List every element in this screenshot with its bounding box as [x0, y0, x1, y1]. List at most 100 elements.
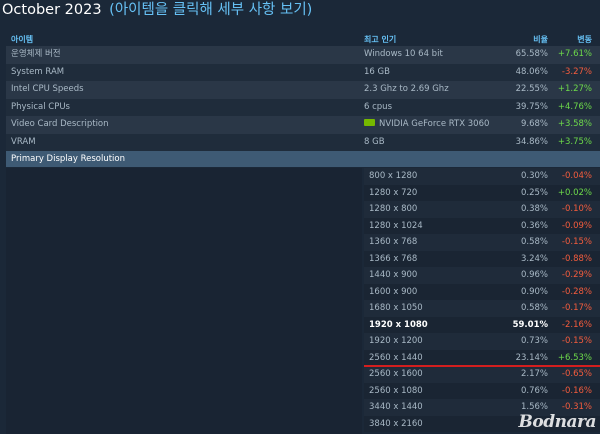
list-item[interactable]: 1280 x 720 0.25% +0.02% — [364, 184, 600, 201]
resolution-change: -0.29% — [561, 270, 592, 280]
resolution-change: -0.09% — [561, 220, 592, 231]
row-name: Intel CPU Speeds — [11, 84, 84, 94]
row-popular-text: NVIDIA GeForce RTX 3060 — [379, 119, 490, 129]
list-item[interactable]: 1360 x 768 0.58% -0.15% — [364, 234, 600, 251]
row-popular: 2.3 Ghz to 2.69 Ghz — [364, 84, 449, 94]
resolution-name: 1280 x 1024 — [369, 220, 423, 231]
resolution-name: 1920 x 1080 — [369, 319, 428, 330]
resolution-change: -2.16% — [561, 319, 592, 330]
resolution-change: -0.28% — [561, 286, 592, 297]
row-name: 운영체제 버전 — [11, 49, 61, 59]
hardware-table: 운영체제 버전 Windows 10 64 bit 65.58% +7.61% … — [6, 46, 600, 151]
resolution-name: 800 x 1280 — [369, 171, 418, 181]
list-item[interactable]: 1920 x 1200 0.73% -0.15% — [364, 333, 600, 350]
resolution-name: 1280 x 720 — [369, 187, 418, 198]
row-change: -3.27% — [561, 66, 592, 77]
resolution-name: 1360 x 768 — [369, 237, 418, 247]
table-row[interactable]: Video Card Description NVIDIA GeForce RT… — [6, 116, 600, 134]
nvidia-icon — [364, 119, 375, 126]
column-header-popular: 최고 인기 — [364, 35, 397, 44]
resolution-percent: 0.96% — [520, 270, 548, 280]
detail-left-pane — [6, 168, 362, 434]
list-item[interactable]: 1280 x 1024 0.36% -0.09% — [364, 217, 600, 234]
table-row[interactable]: 운영체제 버전 Windows 10 64 bit 65.58% +7.61% — [6, 46, 600, 64]
resolution-percent: 0.58% — [520, 303, 548, 313]
table-row[interactable]: Physical CPUs 6 cpus 39.75% +4.76% — [6, 98, 600, 116]
list-item[interactable]: 1280 x 800 0.38% -0.10% — [364, 201, 600, 218]
list-item-top-resolution[interactable]: 1920 x 1080 59.01% -2.16% — [364, 316, 600, 333]
list-item[interactable]: 2560 x 1600 2.17% -0.65% — [364, 366, 600, 383]
resolution-change: -0.15% — [561, 336, 592, 346]
row-percent: 9.68% — [520, 119, 548, 129]
row-popular: Windows 10 64 bit — [364, 49, 443, 59]
resolution-name: 3840 x 2160 — [369, 418, 423, 429]
resolution-change: -0.15% — [561, 237, 592, 247]
list-item[interactable]: 1680 x 1050 0.58% -0.17% — [364, 300, 600, 317]
resolution-name: 2560 x 1080 — [369, 385, 423, 396]
table-row[interactable]: VRAM 8 GB 34.86% +3.75% — [6, 133, 600, 151]
column-header-change: 변동 — [577, 35, 592, 44]
list-item[interactable]: 1440 x 900 0.96% -0.29% — [364, 267, 600, 284]
row-name: System RAM — [11, 66, 65, 77]
resolution-name: 1280 x 800 — [369, 204, 418, 214]
resolution-change: -0.65% — [561, 369, 592, 379]
row-change: +3.58% — [557, 119, 592, 129]
row-name: Video Card Description — [11, 119, 109, 129]
resolution-list: 800 x 1280 0.30% -0.04% 1280 x 720 0.25% +0.… — [364, 168, 600, 432]
resolution-percent: 23.14% — [515, 352, 548, 363]
resolution-percent: 2.17% — [520, 369, 548, 379]
resolution-name: 3440 x 1440 — [369, 402, 423, 412]
list-item[interactable]: 2560 x 1080 0.76% -0.16% — [364, 382, 600, 399]
resolution-percent: 0.58% — [520, 237, 548, 247]
section-title: Primary Display Resolution — [11, 154, 125, 164]
row-change: +1.27% — [557, 84, 592, 94]
resolution-percent: 0.36% — [520, 220, 548, 231]
row-popular: NVIDIA GeForce RTX 3060 — [364, 116, 489, 134]
row-popular: 6 cpus — [364, 101, 392, 112]
resolution-name: 1680 x 1050 — [369, 303, 423, 313]
row-percent: 48.06% — [515, 66, 548, 77]
row-name: VRAM — [11, 136, 36, 147]
resolution-change: -0.16% — [561, 385, 592, 396]
column-header-item: 아이템 — [11, 35, 34, 44]
highlight-underline — [364, 365, 600, 367]
row-change: +3.75% — [557, 136, 592, 147]
row-percent: 34.86% — [515, 136, 548, 147]
section-header-display-resolution[interactable]: Primary Display Resolution — [6, 151, 600, 167]
row-percent: 39.75% — [515, 101, 548, 112]
resolution-change: +6.53% — [557, 352, 592, 363]
resolution-change: -0.17% — [561, 303, 592, 313]
resolution-percent: 0.76% — [520, 385, 548, 396]
table-row[interactable]: System RAM 16 GB 48.06% -3.27% — [6, 63, 600, 81]
list-item[interactable]: 800 x 1280 0.30% -0.04% — [364, 168, 600, 185]
row-change: +4.76% — [557, 101, 592, 112]
resolution-percent: 0.30% — [520, 171, 548, 181]
resolution-percent: 3.24% — [520, 253, 548, 264]
resolution-percent: 59.01% — [512, 319, 548, 330]
resolution-percent: 0.25% — [520, 187, 548, 198]
page-header: October 2023 (아이템을 클릭해 세부 사항 보기) — [0, 0, 600, 27]
resolution-name: 1440 x 900 — [369, 270, 418, 280]
column-header-ratio: 비율 — [533, 35, 548, 44]
details-link[interactable]: (아이템을 클릭해 세부 사항 보기) — [109, 2, 312, 18]
resolution-percent: 0.38% — [520, 204, 548, 214]
resolution-name: 2560 x 1440 — [369, 352, 423, 363]
resolution-change: -0.88% — [561, 253, 592, 264]
row-change: +7.61% — [557, 49, 592, 59]
list-item[interactable]: 2560 x 1440 23.14% +6.53% — [364, 349, 600, 366]
resolution-change: -0.04% — [561, 171, 592, 181]
list-item[interactable]: 1366 x 768 3.24% -0.88% — [364, 250, 600, 267]
resolution-change: -0.10% — [561, 204, 592, 214]
resolution-percent: 0.73% — [520, 336, 548, 346]
resolution-name: 1600 x 900 — [369, 286, 418, 297]
resolution-name: 2560 x 1600 — [369, 369, 423, 379]
month-title: October 2023 — [2, 2, 102, 18]
resolution-change: +0.02% — [557, 187, 592, 198]
list-item[interactable]: 1600 x 900 0.90% -0.28% — [364, 283, 600, 300]
watermark-logo: Bodnara — [518, 412, 597, 432]
resolution-percent: 0.90% — [520, 286, 548, 297]
resolution-name: 1920 x 1200 — [369, 336, 423, 346]
column-headers: 아이템 최고 인기 비율 변동 — [6, 34, 600, 46]
table-row[interactable]: Intel CPU Speeds 2.3 Ghz to 2.69 Ghz 22.… — [6, 81, 600, 99]
row-percent: 22.55% — [515, 84, 548, 94]
